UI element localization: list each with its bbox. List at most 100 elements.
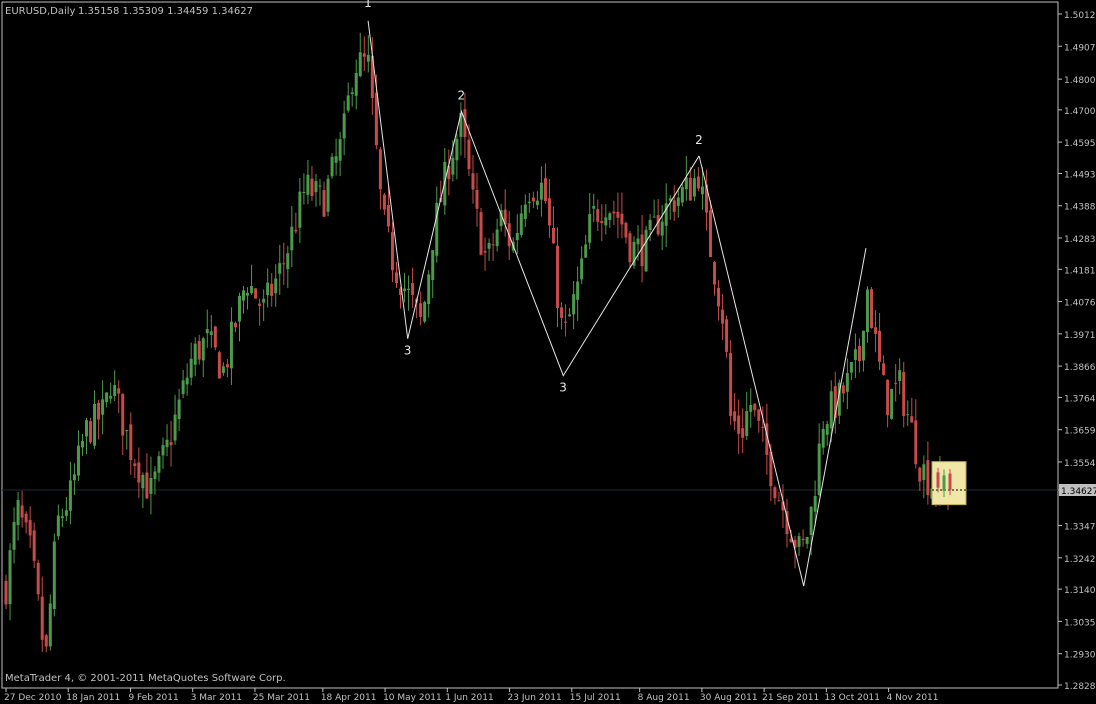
candle-body (378, 149, 382, 190)
candle-body (64, 510, 68, 516)
candle-body (237, 295, 241, 322)
candle-body (382, 194, 386, 210)
candle-body (636, 238, 640, 245)
candle-body (121, 393, 125, 436)
candle-body (330, 156, 334, 177)
y-tick-label: 1.36590 (1064, 427, 1096, 437)
y-tick-label: 1.35540 (1064, 459, 1096, 469)
candle-body (656, 215, 660, 235)
candle-body (12, 522, 16, 550)
candle-body (841, 385, 845, 394)
candles-group (4, 32, 950, 653)
highlight-candle-body (948, 473, 952, 490)
candle-body (294, 229, 298, 232)
x-axis: 27 Dec 2010 18 Jan 2011 9 Feb 2011 3 Mar 20… (4, 688, 939, 703)
candle-body (427, 274, 431, 304)
candle-body (773, 487, 777, 499)
candle-body (266, 282, 270, 296)
candle-body (334, 156, 338, 163)
candle-body (870, 289, 874, 329)
candle-body (28, 520, 32, 536)
candle-body (801, 538, 805, 541)
x-tick-label: 3 Mar 2011 (191, 693, 242, 703)
candle-body (608, 213, 612, 221)
candle-body (865, 289, 869, 333)
candle-body (225, 364, 229, 368)
wave-label: 2 (695, 133, 703, 147)
candle-body (713, 262, 717, 285)
candle-body (616, 211, 620, 218)
candle-body (592, 206, 596, 209)
candle-body (652, 216, 656, 218)
candle-body (278, 263, 282, 274)
candle-body (624, 222, 628, 238)
candle-body (857, 346, 861, 362)
candle-body (620, 213, 624, 225)
candle-body (97, 402, 101, 420)
candle-body (717, 287, 721, 307)
chart-window: 1 2 3 2 3 1.50120 1.49070 1.48000 1.47000 1.4595… (0, 0, 1096, 704)
x-tick-label: 23 Jun 2011 (508, 693, 562, 703)
candle-body (845, 373, 849, 392)
candle-body (342, 113, 346, 139)
candle-body (254, 288, 258, 299)
candle-body (495, 229, 499, 247)
y-tick-label: 1.30350 (1064, 618, 1096, 628)
candle-body (423, 302, 427, 322)
candle-body (109, 395, 113, 399)
candle-body (229, 321, 233, 369)
y-tick-label: 1.43880 (1064, 203, 1096, 213)
candle-body (213, 326, 217, 348)
candle-body (169, 442, 173, 446)
candle-body (250, 286, 254, 294)
candle-body (539, 182, 543, 200)
candle-body (32, 530, 36, 561)
candle-body (177, 399, 181, 420)
candle-body (882, 363, 886, 375)
candle-body (890, 388, 894, 419)
candle-body (535, 200, 539, 206)
candle-body (8, 550, 12, 605)
candle-body (692, 178, 696, 197)
wave-label: 2 (457, 88, 465, 102)
candle-body (44, 635, 48, 647)
candle-body (137, 462, 141, 483)
candle-body (93, 403, 97, 446)
candle-body (471, 173, 475, 190)
candle-body (374, 92, 378, 146)
candle-body (805, 536, 809, 544)
candle-body (270, 283, 274, 296)
candle-body (105, 392, 109, 403)
highlight-group (931, 461, 967, 506)
y-tick-label: 1.42830 (1064, 235, 1096, 245)
highlight-candle-body (942, 475, 946, 491)
chart-header-ohlc: 1.35158 1.35309 1.34459 1.34627 (78, 6, 253, 17)
y-tick-label: 1.32420 (1064, 555, 1096, 565)
chart-header-symbol: EURUSD,Daily (5, 6, 76, 17)
x-tick-label: 9 Feb 2011 (128, 693, 178, 703)
candle-body (60, 516, 64, 519)
candle-body (366, 54, 370, 62)
candle-body (475, 189, 479, 209)
candle-body (910, 416, 914, 423)
x-tick-label: 1 Jun 2011 (445, 693, 493, 703)
candle-body (113, 385, 117, 396)
candle-body (749, 404, 753, 412)
y-tick-label: 1.37640 (1064, 394, 1096, 404)
copyright-text: MetaTrader 4, © 2001-2011 MetaQuotes Sof… (5, 673, 286, 684)
candle-body (133, 463, 137, 466)
candle-body (262, 298, 266, 303)
candle-body (258, 303, 262, 306)
price-chart[interactable]: 1 2 3 2 3 1.50120 1.49070 1.48000 1.47000 1.4595… (0, 0, 1096, 704)
y-tick-label: 1.29300 (1064, 651, 1096, 661)
y-tick-label: 1.49070 (1064, 43, 1096, 53)
candle-body (24, 513, 28, 523)
y-tick-label: 1.31400 (1064, 586, 1096, 596)
y-tick-label: 1.41810 (1064, 266, 1096, 276)
candle-body (125, 430, 129, 432)
candle-body (76, 445, 80, 476)
candle-body (725, 319, 729, 352)
candle-body (777, 500, 781, 502)
candle-body (861, 330, 865, 361)
wave-label: 3 (559, 381, 567, 395)
